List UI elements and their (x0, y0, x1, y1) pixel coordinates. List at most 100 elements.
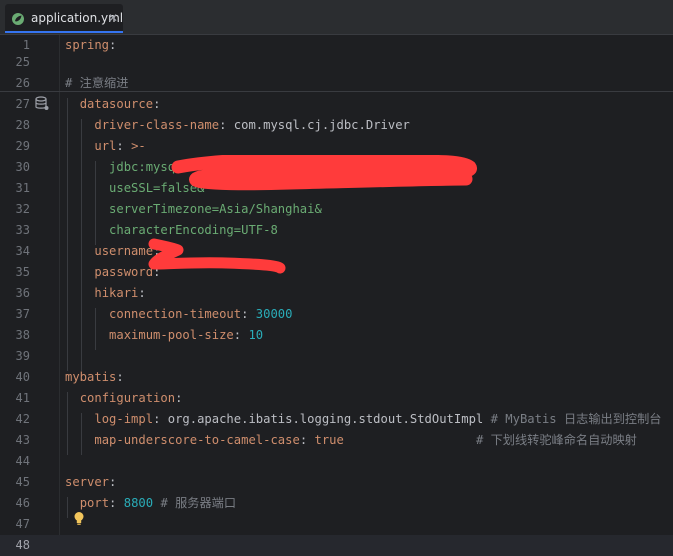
line-code: mybatis: (65, 367, 124, 388)
line-number: 28 (15, 118, 30, 132)
redaction-mark-credentials (148, 238, 286, 274)
line-number: 38 (15, 328, 30, 342)
yaml-key: server (65, 475, 110, 489)
redaction-mark-url (171, 155, 477, 191)
line-code: driver-class-name: com.mysql.cj.jdbc.Dri… (65, 115, 410, 136)
yaml-string: characterEncoding=UTF-8 (109, 223, 278, 237)
yaml-comment: # 服务器端口 (160, 496, 237, 510)
line-number: 45 (15, 475, 30, 489)
line-code: maximum-pool-size: 10 (65, 325, 263, 346)
editor-tab-bar: application.yml ✕ (0, 0, 673, 35)
yaml-string: serverTimezone=Asia/Shanghai& (109, 202, 322, 216)
code-line[interactable]: 33 characterEncoding=UTF-8 (0, 220, 673, 241)
code-text: : (109, 38, 117, 52)
yaml-key: username (94, 244, 154, 258)
code-line[interactable]: 40 mybatis: (0, 367, 673, 388)
yaml-number: 8800 (123, 496, 154, 510)
line-number: 37 (15, 307, 30, 321)
code-line[interactable]: 35 password: (0, 262, 673, 283)
yaml-key: datasource (79, 97, 154, 111)
lightbulb-icon[interactable] (73, 511, 85, 526)
line-number: 27 (15, 97, 30, 111)
line-code: connection-timeout: 30000 (65, 304, 292, 325)
code-line[interactable]: 41 configuration: (0, 388, 673, 409)
yaml-key: url (94, 139, 117, 153)
yaml-comment: # 注意缩进 (65, 76, 129, 90)
line-code: port: 8800 # 服务器端口 (65, 493, 236, 514)
yaml-key: true (314, 433, 344, 447)
code-text: : (109, 496, 124, 510)
code-line[interactable]: 47 (0, 514, 673, 535)
code-line[interactable]: 45 server: (0, 472, 673, 493)
line-number: 39 (15, 349, 30, 363)
yaml-key: map-underscore-to-camel-case (94, 433, 300, 447)
line-code: hikari: (65, 283, 146, 304)
yaml-number: 30000 (255, 307, 293, 321)
line-code: url: >- (65, 136, 145, 157)
code-line[interactable]: 36 hikari: (0, 283, 673, 304)
line-code: jdbc:mysql (65, 157, 182, 178)
code-text: : (138, 286, 146, 300)
code-text: : (241, 307, 256, 321)
code-text: : (116, 370, 124, 384)
yaml-key: driver-class-name (94, 118, 220, 132)
code-line[interactable]: 39 (0, 346, 673, 367)
code-line[interactable]: 44 (0, 451, 673, 472)
code-line[interactable]: 29 url: >- (0, 136, 673, 157)
line-number: 35 (15, 265, 30, 279)
code-line[interactable]: 27 datasource: (0, 94, 673, 115)
tab-application-yml[interactable]: application.yml ✕ (5, 4, 123, 33)
code-text: : (109, 475, 117, 489)
code-editor[interactable]: 1 spring: 25 26 # 注意缩进 27 datasource: 28 drive… (0, 35, 673, 556)
yaml-number: 10 (248, 328, 264, 342)
code-text: : org.apache.ibatis.logging.stdout.StdOu… (153, 412, 491, 426)
line-number: 26 (15, 76, 30, 90)
code-text: : (153, 97, 161, 111)
line-number: 32 (15, 202, 30, 216)
yaml-key: password (94, 265, 154, 279)
spring-leaf-icon (12, 13, 24, 25)
code-line[interactable]: 46 port: 8800 # 服务器端口 (0, 493, 673, 514)
yaml-key: configuration (79, 391, 176, 405)
code-line[interactable]: 28 driver-class-name: com.mysql.cj.jdbc.… (0, 115, 673, 136)
code-line[interactable]: 25 (0, 52, 673, 73)
line-number: 44 (15, 454, 30, 468)
code-line[interactable]: 34 username: (0, 241, 673, 262)
code-text: : (175, 391, 183, 405)
code-line[interactable]: 43 map-underscore-to-camel-case: true # … (0, 430, 673, 451)
line-code: map-underscore-to-camel-case: true # 下划线… (65, 430, 637, 451)
code-line[interactable]: 37 connection-timeout: 30000 (0, 304, 673, 325)
line-number: 30 (15, 160, 30, 174)
yaml-key: mybatis (65, 370, 117, 384)
yaml-comment: # 下划线转驼峰命名自动映射 (475, 433, 637, 447)
code-line[interactable]: 38 maximum-pool-size: 10 (0, 325, 673, 346)
close-tab-icon[interactable]: ✕ (108, 11, 118, 25)
line-number: 36 (15, 286, 30, 300)
code-text: : (116, 139, 132, 153)
line-number: 25 (15, 55, 30, 69)
line-code: configuration: (65, 388, 183, 409)
line-number: 29 (15, 139, 30, 153)
line-code: server: (65, 472, 116, 493)
code-line[interactable]: 48 (0, 535, 673, 556)
code-text: : com.mysql.cj.jdbc.Driver (219, 118, 410, 132)
line-number: 47 (15, 517, 30, 531)
code-line[interactable]: 42 log-impl: org.apache.ibatis.logging.s… (0, 409, 673, 430)
code-line[interactable]: 26 # 注意缩进 (0, 73, 673, 94)
database-icon[interactable] (35, 96, 49, 111)
yaml-key: port (79, 496, 110, 510)
line-number: 48 (15, 538, 30, 552)
code-line[interactable]: 32 serverTimezone=Asia/Shanghai& (0, 199, 673, 220)
